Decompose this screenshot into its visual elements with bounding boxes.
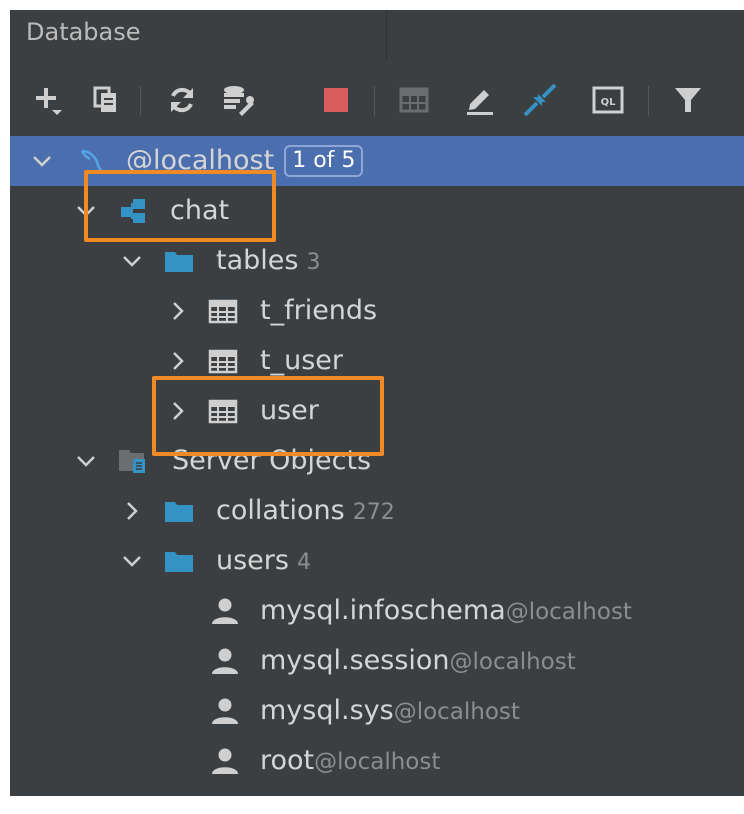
stop-icon — [324, 88, 348, 112]
user-icon — [212, 648, 238, 674]
folder-icon — [165, 252, 193, 272]
chevron-right-icon[interactable] — [120, 499, 144, 523]
chevron-down-icon[interactable] — [120, 549, 144, 573]
add-button[interactable] — [26, 78, 70, 122]
jump-to-button[interactable] — [518, 78, 562, 122]
svg-text:QL: QL — [601, 97, 617, 108]
toolbar-separator — [140, 86, 141, 116]
filter-button[interactable] — [666, 78, 710, 122]
database-panel: Database QL @localhost 1 of 5 chat table… — [10, 10, 744, 796]
user-icon — [212, 598, 238, 624]
tables-count: 3 — [306, 250, 321, 275]
user-icon — [212, 698, 238, 724]
stop-button[interactable] — [314, 78, 358, 122]
users-count: 4 — [296, 550, 311, 575]
collations-name: collations — [216, 495, 345, 526]
console-icon: QL — [592, 86, 624, 114]
highlight-box-user-table — [152, 376, 384, 456]
add-icon — [36, 88, 62, 115]
table-button[interactable] — [392, 78, 436, 122]
table-icon — [399, 87, 429, 113]
chevron-down-icon[interactable] — [74, 449, 98, 473]
session-badge[interactable]: 1 of 5 — [284, 145, 364, 177]
user-name: mysql.sys — [260, 695, 394, 726]
header-divider — [386, 10, 387, 60]
jump-to-icon — [523, 83, 557, 117]
table-label: t_friends — [260, 295, 378, 326]
collations-count: 272 — [352, 500, 395, 525]
chevron-right-icon[interactable] — [166, 349, 190, 373]
user-host: @localhost — [505, 599, 632, 625]
copy-icon — [93, 86, 116, 112]
table-icon — [208, 299, 238, 324]
users-folder-label: users 4 — [216, 545, 311, 576]
tree-node-user[interactable]: mysql.infoschema@localhost — [10, 586, 744, 636]
user-label: mysql.session@localhost — [260, 645, 576, 676]
edit-button[interactable] — [458, 78, 502, 122]
tables-folder-name: tables — [216, 245, 299, 276]
toolbar: QL — [10, 68, 744, 132]
panel-header: Database — [10, 10, 744, 60]
tree-node-tables[interactable]: tables 3 — [10, 236, 744, 286]
users-folder-name: users — [216, 545, 289, 576]
user-name: mysql.infoschema — [260, 595, 506, 626]
folder-icon — [165, 552, 193, 572]
console-button[interactable]: QL — [586, 78, 630, 122]
tree-node-collations[interactable]: collations 272 — [10, 486, 744, 536]
user-host: @localhost — [393, 699, 520, 725]
collations-label: collations 272 — [216, 495, 395, 526]
chevron-down-icon[interactable] — [120, 249, 144, 273]
user-icon — [212, 748, 238, 774]
chevron-right-icon[interactable] — [166, 299, 190, 323]
refresh-icon — [171, 87, 193, 113]
tables-folder-label: tables 3 — [216, 245, 320, 276]
toolbar-separator — [648, 86, 649, 116]
db-settings-button[interactable] — [216, 78, 260, 122]
panel-title: Database — [26, 18, 141, 46]
tree-node-user[interactable]: mysql.session@localhost — [10, 636, 744, 686]
user-label: root@localhost — [260, 745, 440, 776]
tree-node-user[interactable]: root@localhost — [10, 736, 744, 786]
tree-node-users[interactable]: users 4 — [10, 536, 744, 586]
toolbar-separator — [374, 86, 375, 116]
refresh-button[interactable] — [160, 78, 204, 122]
user-label: mysql.sys@localhost — [260, 695, 520, 726]
copy-button[interactable] — [84, 78, 128, 122]
user-name: root — [260, 745, 315, 776]
db-settings-icon — [224, 86, 254, 116]
highlight-box-chat — [84, 170, 276, 242]
folder-icon — [165, 502, 193, 522]
user-host: @localhost — [314, 749, 441, 775]
server-objects-icon — [119, 450, 145, 473]
tree-node-table[interactable]: t_friends — [10, 286, 744, 336]
user-name: mysql.session — [260, 645, 450, 676]
table-label: t_user — [260, 345, 343, 376]
user-host: @localhost — [449, 649, 576, 675]
edit-icon — [467, 90, 493, 115]
chevron-down-icon[interactable] — [30, 149, 54, 173]
tree-node-user[interactable]: mysql.sys@localhost — [10, 686, 744, 736]
table-icon — [208, 349, 238, 374]
filter-icon — [675, 88, 701, 112]
user-label: mysql.infoschema@localhost — [260, 595, 632, 626]
